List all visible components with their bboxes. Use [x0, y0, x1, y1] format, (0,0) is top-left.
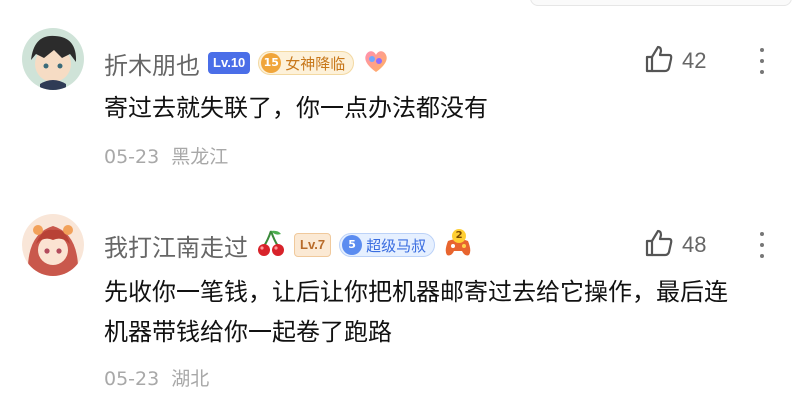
fan-title: 超级马叔 — [366, 236, 427, 255]
heart-badge-icon — [362, 47, 390, 79]
username[interactable]: 折木朋也 — [104, 46, 200, 81]
more-vertical-icon[interactable] — [752, 44, 772, 78]
level-badge: Lv.10 — [208, 52, 251, 74]
comment-date: 05-23 — [104, 368, 160, 390]
comment-text-line: 机器带钱给你一起卷了跑路 — [104, 318, 392, 346]
like-button[interactable]: 48 — [644, 228, 706, 262]
thumbs-up-icon — [644, 228, 674, 262]
fan-badge[interactable]: 5 超级马叔 — [339, 233, 436, 257]
comment-meta: 05-23 湖北 — [104, 364, 209, 391]
fan-level: 5 — [342, 235, 363, 255]
comment-text: 寄过去就失联了，你一点办法都没有 — [104, 94, 488, 122]
level-badge: Lv.7 — [294, 233, 332, 257]
gamepad-icon: 2 — [443, 229, 473, 259]
fan-title: 女神降临 — [285, 54, 346, 73]
more-vertical-icon[interactable] — [752, 228, 772, 262]
thumbs-up-icon — [644, 44, 674, 78]
fan-badge[interactable]: 15 女神降临 — [258, 51, 355, 75]
comment-header: 我打江南走过 Lv.7 5 超级马叔 2 — [104, 228, 473, 262]
comment-meta: 05-23 黑龙江 — [104, 142, 228, 169]
cherry-icon — [256, 228, 286, 262]
username[interactable]: 我打江南走过 — [104, 228, 248, 263]
comment-location: 黑龙江 — [171, 146, 229, 168]
comment-item: 我打江南走过 Lv.7 5 超级马叔 2 先收你一笔钱，让后让你把机器邮寄过去给… — [0, 190, 800, 412]
like-count: 48 — [682, 232, 707, 257]
comment-text: 先收你一笔钱，让后让你把机器邮寄过去给它操作，最后连 机器带钱给你一起卷了跑路 — [104, 272, 784, 352]
avatar[interactable] — [22, 214, 84, 276]
comment-date: 05-23 — [104, 146, 160, 168]
like-button[interactable]: 42 — [644, 44, 706, 78]
like-count: 42 — [682, 48, 707, 73]
comment-header: 折木朋也 Lv.10 15 女神降临 — [104, 46, 390, 80]
game-badge-count: 2 — [452, 229, 467, 243]
comment-text-line: 先收你一笔钱，让后让你把机器邮寄过去给它操作，最后连 — [104, 278, 728, 306]
avatar[interactable] — [22, 28, 84, 90]
fan-level: 15 — [261, 53, 282, 73]
comment-location: 湖北 — [171, 368, 210, 390]
comment-item: 折木朋也 Lv.10 15 女神降临 寄过去就失联了，你一点办法都没有 05-2… — [0, 0, 800, 190]
